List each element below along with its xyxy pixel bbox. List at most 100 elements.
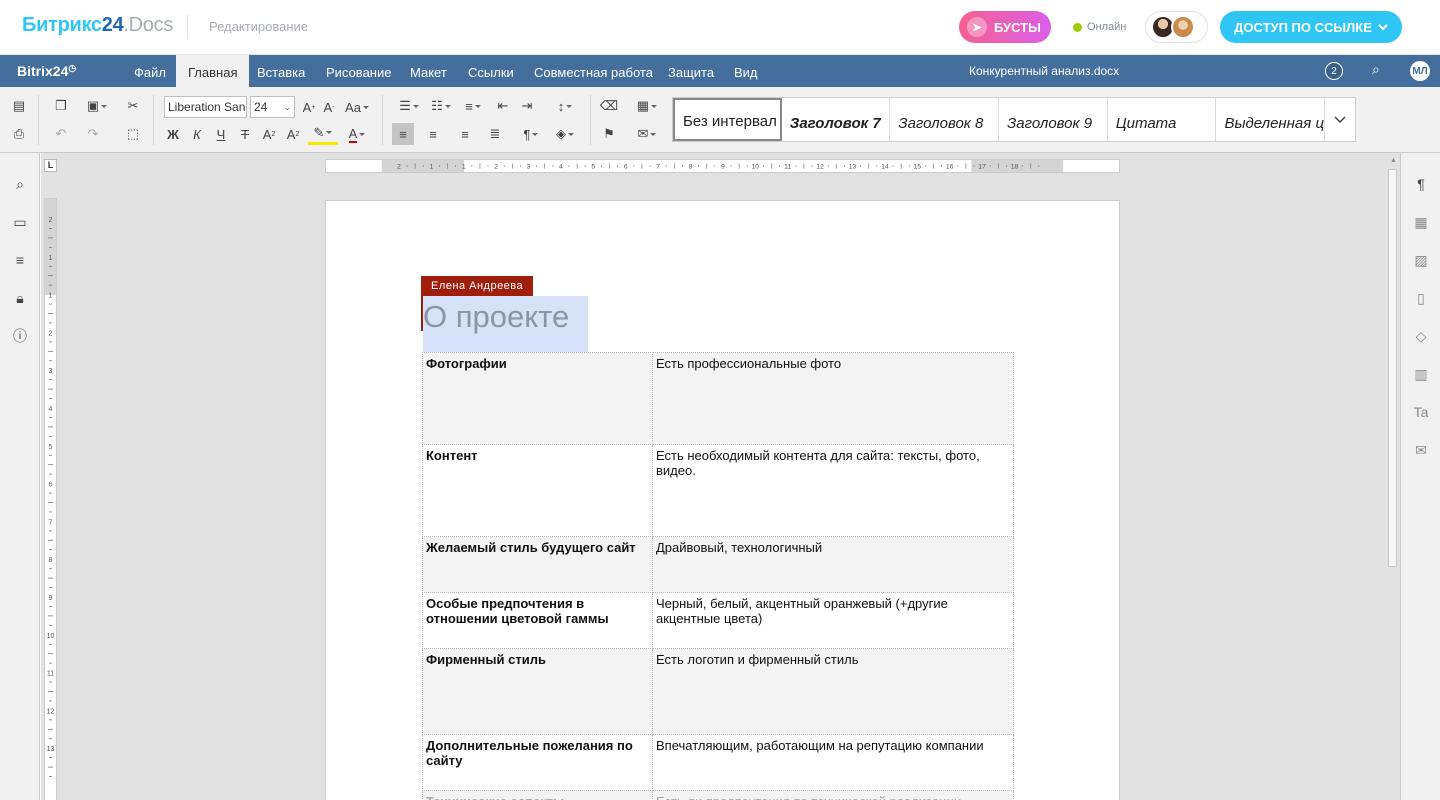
font-color-icon[interactable]: A: [342, 123, 372, 145]
table-settings-icon[interactable]: ▦: [1411, 212, 1431, 232]
navigation-icon[interactable]: ≡: [10, 250, 30, 270]
increase-indent-icon[interactable]: ⇥: [516, 95, 538, 117]
busty-button[interactable]: ➤ БУСТЫ: [959, 11, 1051, 43]
tab-draw[interactable]: Рисование: [314, 55, 403, 87]
chart-settings-icon[interactable]: ▥: [1411, 364, 1431, 384]
paragraph-marks-icon[interactable]: ¶: [516, 123, 546, 145]
table-cell-value[interactable]: Черный, белый, акцентный оранжевый (+дру…: [652, 592, 1014, 649]
tab-stop-selector[interactable]: L: [44, 159, 57, 172]
italic-icon[interactable]: К: [186, 123, 208, 145]
vertical-scrollbar[interactable]: ▲: [1387, 157, 1398, 796]
select-all-icon[interactable]: ⬚: [122, 123, 144, 145]
justify-icon[interactable]: ≣: [484, 123, 506, 145]
highlight-icon[interactable]: ✎: [308, 123, 338, 145]
tab-protection[interactable]: Защита: [656, 55, 726, 87]
avatar: [1171, 15, 1195, 39]
undo-icon[interactable]: ↶: [50, 123, 72, 145]
scroll-up-icon[interactable]: ▲: [1390, 157, 1397, 164]
align-right-icon[interactable]: ≡: [454, 123, 476, 145]
table-cell-value[interactable]: Драйвовый, технологичный: [652, 536, 1014, 593]
tab-file[interactable]: Файл: [122, 55, 178, 87]
share-link-button[interactable]: ДОСТУП ПО ССЫЛКЕ: [1220, 11, 1402, 43]
numbering-icon[interactable]: ☷: [426, 95, 456, 117]
horizontal-ruler[interactable]: 2 1 1 2 3 4 5 6 7 8 9 10 11 12 13 14 15 16 17 18: [325, 159, 1120, 173]
collaborators-avatars[interactable]: [1145, 11, 1208, 43]
info-icon[interactable]: ⓘ: [10, 326, 30, 346]
styles-expand-button[interactable]: [1325, 98, 1355, 141]
table-cell-key[interactable]: Фотографии: [422, 352, 653, 445]
superscript-icon[interactable]: A2: [258, 123, 280, 145]
search-icon[interactable]: ⌕: [10, 174, 30, 194]
table-cell-value[interactable]: Есть необходимый контента для сайта: тек…: [652, 444, 1014, 537]
table-cell-key[interactable]: Технические аспекты: [422, 790, 653, 800]
table-cell-key[interactable]: Желаемый стиль будущего сайт: [422, 536, 653, 593]
collaborators-button[interactable]: 2: [1325, 62, 1343, 80]
font-name-select[interactable]: Liberation Sans: [164, 96, 247, 118]
table-cell-key[interactable]: Контент: [422, 444, 653, 537]
table-cell-value[interactable]: Есть ли предпочтения по технической реал…: [652, 790, 1014, 800]
decrease-indent-icon[interactable]: ⇤: [492, 95, 514, 117]
redo-icon[interactable]: ↷: [82, 123, 104, 145]
bold-icon[interactable]: Ж: [162, 123, 184, 145]
ruler-number: 13: [849, 164, 857, 171]
tab-view[interactable]: Вид: [722, 55, 770, 87]
tab-insert[interactable]: Вставка: [245, 55, 317, 87]
line-spacing-icon[interactable]: ↕: [550, 95, 580, 117]
save-icon[interactable]: ▤: [8, 95, 30, 117]
change-case-icon[interactable]: Aa: [342, 96, 372, 118]
underline-icon[interactable]: Ч: [210, 123, 232, 145]
table-row: Фирменный стиль Есть логотип и фирменный …: [422, 648, 1014, 735]
style-heading-9[interactable]: Заголовок 9: [999, 98, 1108, 141]
shading-icon[interactable]: ◈: [550, 123, 580, 145]
project-table[interactable]: Фотографии Есть профессиональные фото Кон…: [422, 352, 1014, 800]
style-heading-7[interactable]: Заголовок 7: [782, 98, 891, 141]
document-page[interactable]: Елена Андреева О проекте Фотографии Есть …: [325, 200, 1120, 800]
divider: [187, 15, 188, 39]
scrollbar-thumb[interactable]: [1388, 169, 1397, 567]
lock-icon[interactable]: 🔒︎: [10, 288, 30, 308]
mail-merge-icon[interactable]: ✉: [632, 123, 662, 145]
table-cell-value[interactable]: Есть профессиональные фото: [652, 352, 1014, 445]
vertical-ruler[interactable]: 2 1 1 2 3 4 5 6 7 8 9 10 11 12 13: [44, 198, 57, 800]
table-cell-key[interactable]: Особые предпочтения в отношении цветовой…: [422, 592, 653, 649]
tab-home[interactable]: Главная: [176, 55, 250, 87]
user-menu[interactable]: МЛ: [1410, 61, 1430, 81]
align-left-icon[interactable]: ≡: [392, 123, 414, 145]
tab-references[interactable]: Ссылки: [456, 55, 526, 87]
textart-settings-icon[interactable]: Ta: [1411, 402, 1431, 422]
search-icon[interactable]: ⌕: [1372, 61, 1380, 78]
style-heading-8[interactable]: Заголовок 8: [890, 98, 1000, 141]
cut-icon[interactable]: ✂: [122, 95, 144, 117]
table-cell-value[interactable]: Впечатляющим, работающим на репутацию ко…: [652, 734, 1014, 791]
copy-icon[interactable]: ❐: [50, 95, 72, 117]
style-quote[interactable]: Цитата: [1108, 98, 1217, 141]
paste-icon[interactable]: ▣: [82, 95, 112, 117]
style-intense-quote[interactable]: Выделенная ц: [1216, 98, 1326, 141]
style-no-spacing[interactable]: Без интервал: [673, 98, 782, 141]
font-size-select[interactable]: 24 ⌄: [250, 96, 295, 118]
print-icon[interactable]: ⎙: [8, 123, 30, 145]
subscript-icon[interactable]: A2: [282, 123, 304, 145]
table-cell-value[interactable]: Есть логотип и фирменный стиль: [652, 648, 1014, 735]
mail-merge-icon[interactable]: ✉: [1411, 440, 1431, 460]
decrease-font-icon[interactable]: A-: [318, 96, 340, 118]
header-footer-icon[interactable]: ▯: [1411, 288, 1431, 308]
tab-layout[interactable]: Макет: [398, 55, 459, 87]
clear-format-icon[interactable]: ⌫: [598, 95, 620, 117]
document-heading[interactable]: О проекте: [423, 299, 569, 335]
paragraph-settings-icon[interactable]: ¶: [1411, 174, 1431, 194]
table-cell-key[interactable]: Дополнительные пожелания по сайту: [422, 734, 653, 791]
bitrix-docs-logo[interactable]: Битрикс24.Docs: [22, 14, 173, 37]
copy-style-icon[interactable]: ⚑: [598, 123, 620, 145]
multilevel-list-icon[interactable]: ≡: [458, 95, 488, 117]
table-cell-key[interactable]: Фирменный стиль: [422, 648, 653, 735]
image-settings-icon[interactable]: ▨: [1411, 250, 1431, 270]
comments-icon[interactable]: ▭: [10, 212, 30, 232]
align-center-icon[interactable]: ≡: [422, 123, 444, 145]
shape-settings-icon[interactable]: ◇: [1411, 326, 1431, 346]
strikethrough-icon[interactable]: T: [234, 123, 256, 145]
color-scheme-icon[interactable]: ▦: [632, 95, 662, 117]
increase-font-icon[interactable]: A +: [298, 96, 320, 118]
tab-collaboration[interactable]: Совместная работа: [522, 55, 665, 87]
bullets-icon[interactable]: ☰: [394, 95, 424, 117]
